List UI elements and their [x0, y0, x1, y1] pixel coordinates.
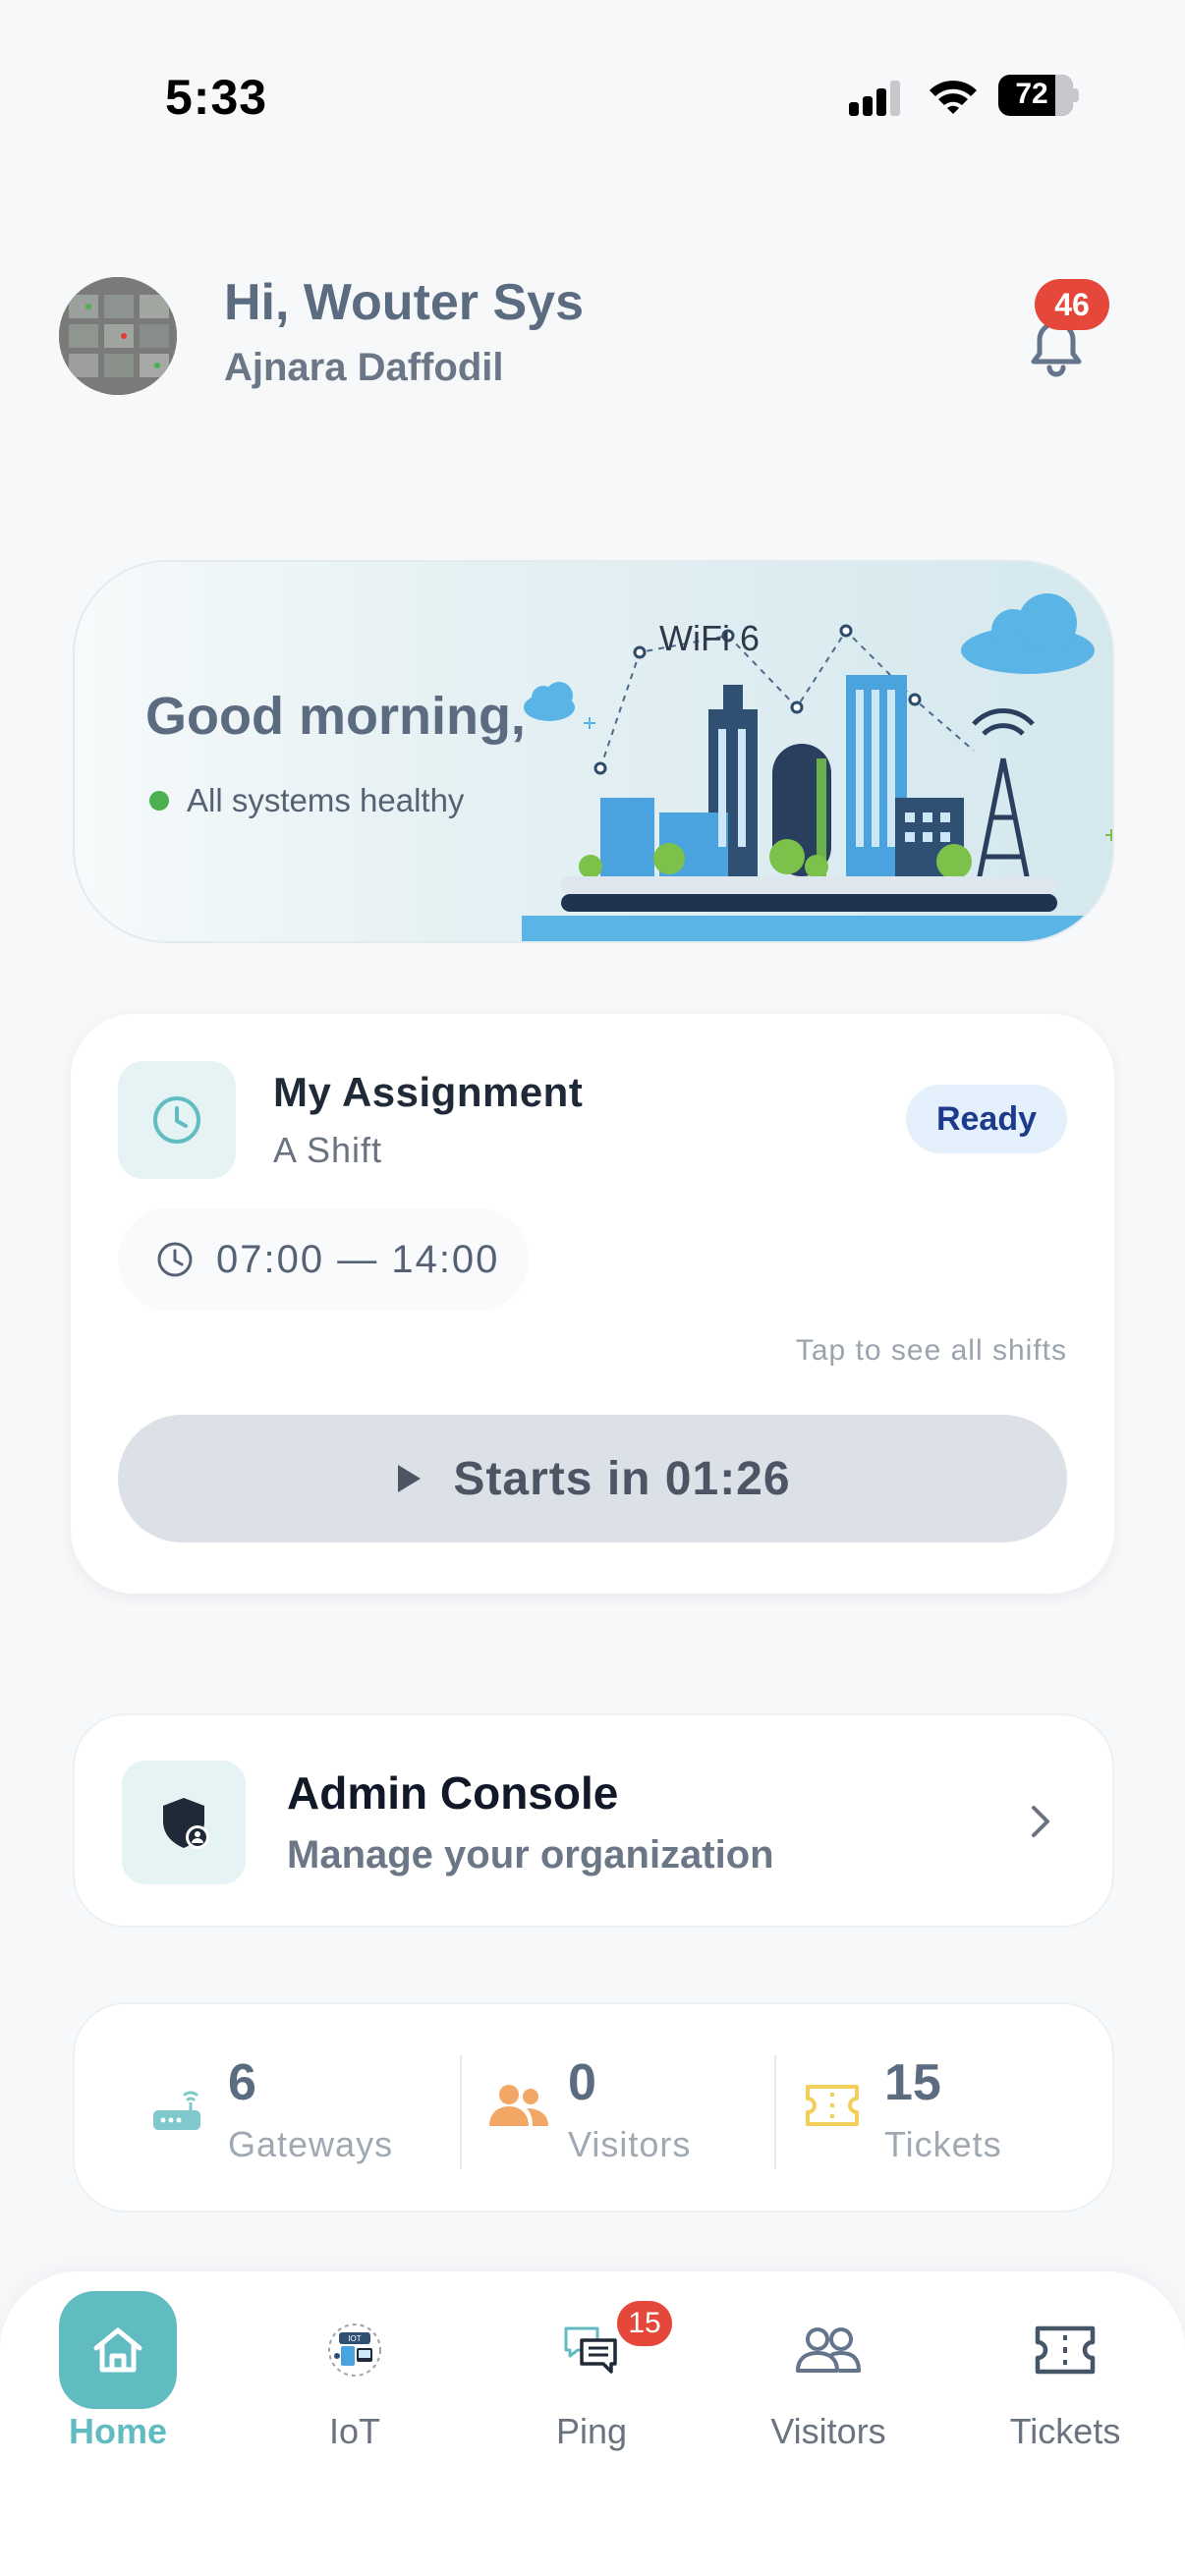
status-time: 5:33 [165, 70, 268, 125]
system-status: All systems healthy [149, 782, 464, 819]
stat-tickets-label: Tickets [884, 2124, 1002, 2164]
status-badge: Ready [906, 1085, 1067, 1153]
nav-label-ping: Ping [555, 2411, 628, 2451]
stat-gateways-value: 6 [228, 2054, 256, 2111]
people-icon-box [769, 2291, 887, 2409]
nav-label-iot: IoT [328, 2411, 380, 2451]
bottom-nav: Home IOT IoT 15 Ping Visitors Tickets [0, 2271, 1185, 2576]
nav-item-tickets[interactable]: Tickets [967, 2271, 1163, 2468]
ticket-icon [806, 2085, 859, 2126]
clock-icon [157, 1242, 193, 1277]
wifi-label: WiFi 6 [659, 618, 760, 658]
start-shift-button[interactable]: Starts in 01:26 [118, 1415, 1067, 1542]
avatar-photo [59, 277, 177, 395]
battery-level: 72 [1015, 78, 1048, 110]
admin-console-title: Admin Console [287, 1767, 619, 1819]
shift-time-range: 07:00 — 14:00 [216, 1237, 500, 1281]
router-icon [153, 2091, 200, 2130]
iot-icon: IOT [328, 2324, 381, 2377]
ping-count-badge: 15 [617, 2301, 672, 2346]
ticket-icon-box [1006, 2291, 1124, 2409]
organization-name: Ajnara Daffodil [224, 346, 504, 389]
stat-gateways[interactable]: 6 Gateways [75, 2004, 458, 2214]
assignment-shift: A Shift [273, 1130, 383, 1170]
people-icon [489, 2085, 548, 2126]
nav-label-home: Home [68, 2411, 168, 2451]
iot-icon-box: IOT [296, 2291, 414, 2409]
nav-label-visitors: Visitors [770, 2411, 886, 2451]
stat-tickets-value: 15 [884, 2054, 941, 2111]
stat-gateways-label: Gateways [228, 2124, 394, 2164]
play-icon [398, 1465, 422, 1492]
admin-shield-icon [163, 1798, 209, 1849]
system-status-text: All systems healthy [187, 782, 465, 818]
cellular-signal-icon [849, 81, 900, 116]
ticket-icon [1035, 2325, 1096, 2375]
nav-item-iot[interactable]: IOT IoT [256, 2271, 453, 2468]
notification-count-badge: 46 [1035, 279, 1109, 330]
avatar[interactable] [59, 277, 177, 395]
people-icon [796, 2327, 861, 2373]
stat-tickets[interactable]: 15 Tickets [776, 2004, 1116, 2214]
stat-visitors-label: Visitors [568, 2124, 692, 2164]
start-shift-label: Starts in 01:26 [453, 1452, 791, 1505]
status-bar: 5:33 72 [0, 0, 1185, 147]
admin-console-card[interactable]: Admin Console Manage your organization [73, 1713, 1114, 1928]
status-dot-icon [149, 791, 169, 811]
chat-icon [564, 2326, 617, 2374]
admin-console-subtitle: Manage your organization [287, 1833, 774, 1876]
admin-icon-box [122, 1761, 246, 1884]
see-all-shifts-link[interactable]: Tap to see all shifts [796, 1334, 1067, 1368]
nav-item-ping[interactable]: 15 Ping [493, 2271, 690, 2468]
hero-title: Good morning, [145, 687, 526, 746]
home-icon [93, 2327, 142, 2373]
stat-visitors[interactable]: 0 Visitors [462, 2004, 774, 2214]
hero-banner: Good morning, All systems healthy WiFi 6… [73, 560, 1114, 943]
user-greeting: Hi, Wouter Sys [224, 274, 585, 331]
shift-time-pill: 07:00 — 14:00 [118, 1208, 529, 1311]
nav-item-visitors[interactable]: Visitors [730, 2271, 927, 2468]
battery-icon: 72 [998, 75, 1079, 116]
assignment-title: My Assignment [273, 1069, 584, 1115]
wifi-icon [930, 81, 977, 114]
assignment-icon-box [118, 1061, 236, 1179]
stats-card: 6 Gateways 0 Visitors 15 Tickets [73, 2002, 1114, 2212]
stat-visitors-value: 0 [568, 2054, 596, 2111]
chevron-right-icon [1032, 1806, 1049, 1837]
assignment-card[interactable]: My Assignment A Shift Ready 07:00 — 14:0… [71, 1014, 1114, 1594]
smart-city-illustration: WiFi 6 5G [522, 593, 1112, 941]
svg-text:IOT: IOT [348, 2334, 361, 2343]
clock-icon [153, 1096, 200, 1144]
nav-label-tickets: Tickets [1009, 2411, 1121, 2451]
home-icon-box [59, 2291, 177, 2409]
nav-item-home[interactable]: Home [20, 2271, 216, 2468]
